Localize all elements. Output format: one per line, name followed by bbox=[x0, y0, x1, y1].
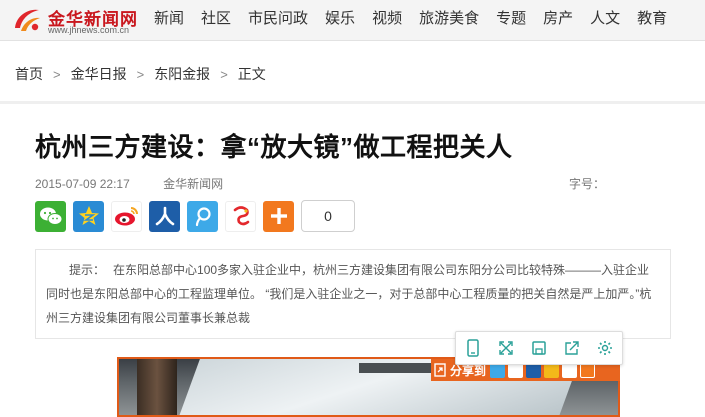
nav-item-news[interactable]: 新闻 bbox=[154, 0, 184, 40]
share-icon[interactable] bbox=[561, 337, 583, 359]
wechat-icon[interactable] bbox=[35, 200, 66, 232]
mobile-view-icon[interactable] bbox=[462, 337, 484, 359]
article-summary: 提示： 在东阳总部中心100多家入驻企业中，杭州三方建设集团有限公司东阳分公司比较… bbox=[35, 249, 671, 339]
weibo-icon[interactable] bbox=[111, 200, 142, 232]
breadcrumb: 首页 > 金华日报 > 东阳金报 > 正文 bbox=[15, 64, 266, 84]
nav-item-education[interactable]: 教育 bbox=[637, 0, 667, 40]
share-count: 0 bbox=[301, 200, 355, 232]
article-source[interactable]: 金华新闻网 bbox=[163, 177, 223, 191]
site-logo[interactable]: 金华新闻网 www.jhnews.com.cn bbox=[10, 3, 145, 37]
share-bar: 0 bbox=[35, 199, 355, 233]
article-title: 杭州三方建设：拿“放大镜”做工程把关人 bbox=[35, 132, 513, 162]
nav-item-travel-food[interactable]: 旅游美食 bbox=[419, 0, 479, 40]
breadcrumb-separator: > bbox=[53, 66, 61, 82]
main-nav: 新闻 社区 市民问政 娱乐 视频 旅游美食 专题 房产 人文 教育 bbox=[154, 0, 684, 40]
nav-item-community[interactable]: 社区 bbox=[201, 0, 231, 40]
summary-text: 在东阳总部中心100多家入驻企业中，杭州三方建设集团有限公司东阳分公司比较特殊—… bbox=[46, 263, 652, 325]
breadcrumb-separator: > bbox=[136, 66, 145, 82]
article-date: 2015-07-09 22:17 bbox=[35, 177, 130, 191]
breadcrumb-current: 正文 bbox=[237, 66, 266, 82]
header-divider bbox=[0, 101, 705, 104]
nav-item-real-estate[interactable]: 房产 bbox=[543, 0, 573, 40]
font-size-label: 字号： bbox=[569, 177, 606, 191]
sohu-icon[interactable] bbox=[225, 200, 256, 232]
fullscreen-icon[interactable] bbox=[495, 337, 517, 359]
nav-item-special[interactable]: 专题 bbox=[496, 0, 526, 40]
nav-item-culture[interactable]: 人文 bbox=[590, 0, 620, 40]
breadcrumb-home[interactable]: 首页 bbox=[15, 64, 43, 84]
more-icon[interactable] bbox=[263, 200, 294, 232]
top-navigation-bar: 金华新闻网 www.jhnews.com.cn 新闻 社区 市民问政 娱乐 视频… bbox=[0, 0, 705, 41]
nav-item-citizen-affairs[interactable]: 市民问政 bbox=[248, 0, 308, 40]
breadcrumb-dongyang-jinbao[interactable]: 东阳金报 bbox=[154, 64, 210, 84]
settings-gear-icon[interactable] bbox=[594, 337, 616, 359]
breadcrumb-jinhua-daily[interactable]: 金华日报 bbox=[71, 64, 127, 84]
tencent-weibo-icon[interactable] bbox=[187, 200, 218, 232]
qzone-icon[interactable] bbox=[73, 200, 104, 232]
article-meta: 2015-07-09 22:17 金华新闻网 bbox=[35, 175, 223, 192]
summary-label: 提示： bbox=[69, 263, 106, 277]
renren-icon[interactable] bbox=[149, 200, 180, 232]
share-arrow-icon bbox=[434, 363, 446, 377]
logo-swoosh-icon bbox=[15, 9, 40, 31]
image-toolbar bbox=[455, 331, 623, 365]
nav-item-entertainment[interactable]: 娱乐 bbox=[325, 0, 355, 40]
image-pillar bbox=[137, 359, 177, 415]
nav-item-video[interactable]: 视频 bbox=[372, 0, 402, 40]
logo-url: www.jhnews.com.cn bbox=[48, 25, 130, 35]
breadcrumb-separator: > bbox=[220, 66, 228, 82]
save-icon[interactable] bbox=[528, 337, 550, 359]
